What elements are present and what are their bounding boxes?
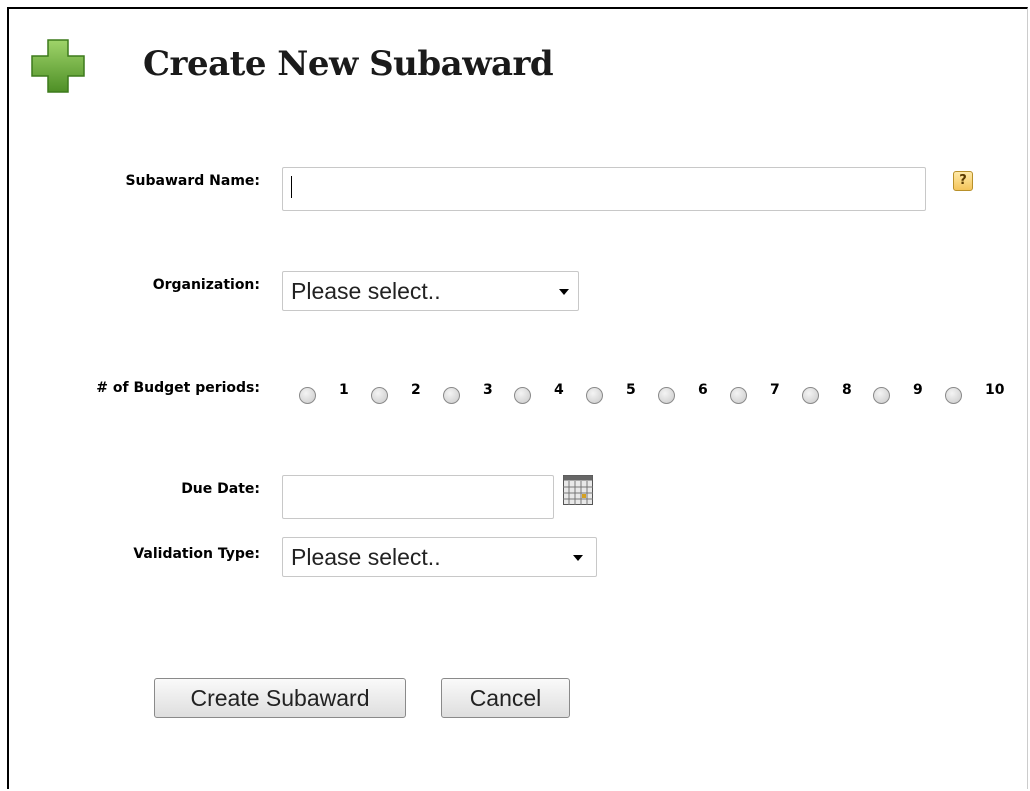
validation-type-selected: Please select.. bbox=[291, 544, 441, 570]
budget-period-option[interactable]: 7 bbox=[730, 381, 790, 411]
create-subaward-button[interactable]: Create Subaward bbox=[154, 678, 406, 718]
radio-label: 10 bbox=[985, 382, 1005, 398]
budget-periods-label: # of Budget periods: bbox=[96, 380, 260, 396]
radio-button[interactable] bbox=[299, 387, 316, 404]
radio-button[interactable] bbox=[945, 387, 962, 404]
budget-period-option[interactable]: 2 bbox=[371, 381, 431, 411]
budget-period-option[interactable]: 9 bbox=[873, 381, 933, 411]
radio-button[interactable] bbox=[514, 387, 531, 404]
budget-period-option[interactable]: 10 bbox=[945, 381, 1005, 411]
radio-button[interactable] bbox=[371, 387, 388, 404]
radio-button[interactable] bbox=[586, 387, 603, 404]
text-caret bbox=[291, 176, 292, 198]
budget-period-option[interactable]: 6 bbox=[658, 381, 718, 411]
budget-period-option[interactable]: 8 bbox=[802, 381, 862, 411]
radio-button[interactable] bbox=[658, 387, 675, 404]
radio-label: 4 bbox=[554, 382, 564, 398]
radio-label: 9 bbox=[913, 382, 923, 398]
subaward-name-input[interactable] bbox=[282, 167, 926, 211]
radio-button[interactable] bbox=[802, 387, 819, 404]
radio-label: 1 bbox=[339, 382, 349, 398]
chevron-down-icon bbox=[559, 289, 569, 295]
radio-label: 8 bbox=[842, 382, 852, 398]
validation-type-label: Validation Type: bbox=[133, 546, 260, 562]
organization-select[interactable]: Please select.. bbox=[282, 271, 579, 311]
radio-label: 7 bbox=[770, 382, 780, 398]
radio-label: 2 bbox=[411, 382, 421, 398]
radio-button[interactable] bbox=[730, 387, 747, 404]
budget-period-option[interactable]: 4 bbox=[514, 381, 574, 411]
radio-label: 6 bbox=[698, 382, 708, 398]
radio-label: 5 bbox=[626, 382, 636, 398]
budget-period-option[interactable]: 3 bbox=[443, 381, 503, 411]
organization-label: Organization: bbox=[152, 277, 260, 293]
cancel-button[interactable]: Cancel bbox=[441, 678, 570, 718]
subaward-name-label: Subaward Name: bbox=[125, 173, 260, 189]
calendar-icon[interactable] bbox=[563, 475, 593, 505]
due-date-input[interactable] bbox=[282, 475, 554, 519]
radio-button[interactable] bbox=[873, 387, 890, 404]
organization-selected: Please select.. bbox=[291, 278, 441, 304]
due-date-label: Due Date: bbox=[181, 481, 260, 497]
radio-label: 3 bbox=[483, 382, 493, 398]
budget-period-option[interactable]: 1 bbox=[299, 381, 359, 411]
chevron-down-icon bbox=[573, 555, 583, 561]
help-icon[interactable]: ? bbox=[953, 171, 973, 191]
green-plus-icon bbox=[31, 39, 85, 93]
page-title: Create New Subaward bbox=[143, 44, 554, 84]
radio-button[interactable] bbox=[443, 387, 460, 404]
validation-type-select[interactable]: Please select.. bbox=[282, 537, 597, 577]
budget-period-option[interactable]: 5 bbox=[586, 381, 646, 411]
